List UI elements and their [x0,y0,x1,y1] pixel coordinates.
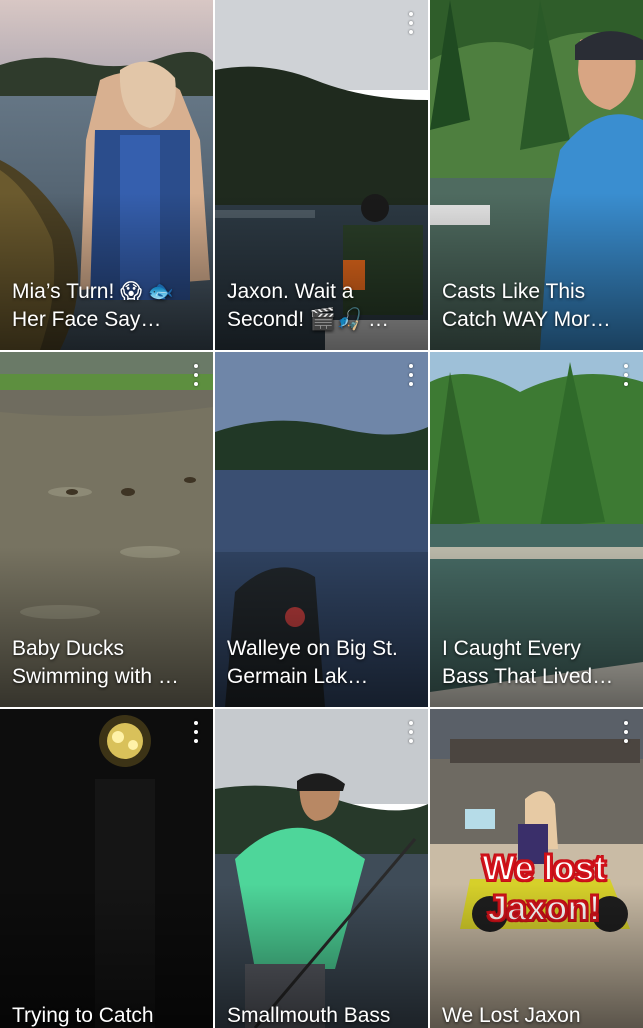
video-title: We Lost Jaxon [442,1004,581,1027]
video-tile[interactable]: Smallmouth Bass [215,709,428,1028]
video-grid: Mia’s Turn! 😱 🐟 Her Face Say… Jaxon. Wai… [0,0,643,1028]
video-tile[interactable]: Trying to Catch [0,709,213,1028]
video-tile[interactable]: I Caught Every Bass That Lived… [430,352,643,707]
more-vert-icon[interactable] [621,364,631,386]
video-tile[interactable]: Walleye on Big St. Germain Lak… [215,352,428,707]
more-vert-icon[interactable] [191,364,201,386]
more-vert-icon[interactable] [406,721,416,743]
video-tile[interactable]: Casts Like This Catch WAY Mor… [430,0,643,350]
video-title: Jaxon. Wait a Second! 🎬🎣 … [227,280,390,331]
video-title: Walleye on Big St. Germain Lak… [227,637,398,688]
video-title: Mia’s Turn! 😱 🐟 Her Face Say… [12,280,175,331]
more-vert-icon[interactable] [406,364,416,386]
video-tile[interactable]: We lost Jaxon! We Lost Jaxon [430,709,643,1028]
video-title: Trying to Catch [12,1004,154,1027]
more-vert-icon[interactable] [406,12,416,34]
video-tile[interactable]: Jaxon. Wait a Second! 🎬🎣 … [215,0,428,350]
video-title: Smallmouth Bass [227,1004,391,1027]
video-tile[interactable]: Baby Ducks Swimming with … [0,352,213,707]
more-vert-icon[interactable] [621,721,631,743]
video-title: I Caught Every Bass That Lived… [442,637,614,688]
video-title: Casts Like This Catch WAY Mor… [442,280,611,331]
video-tile[interactable]: Mia’s Turn! 😱 🐟 Her Face Say… [0,0,213,350]
video-title: Baby Ducks Swimming with … [12,637,179,688]
more-vert-icon[interactable] [191,721,201,743]
